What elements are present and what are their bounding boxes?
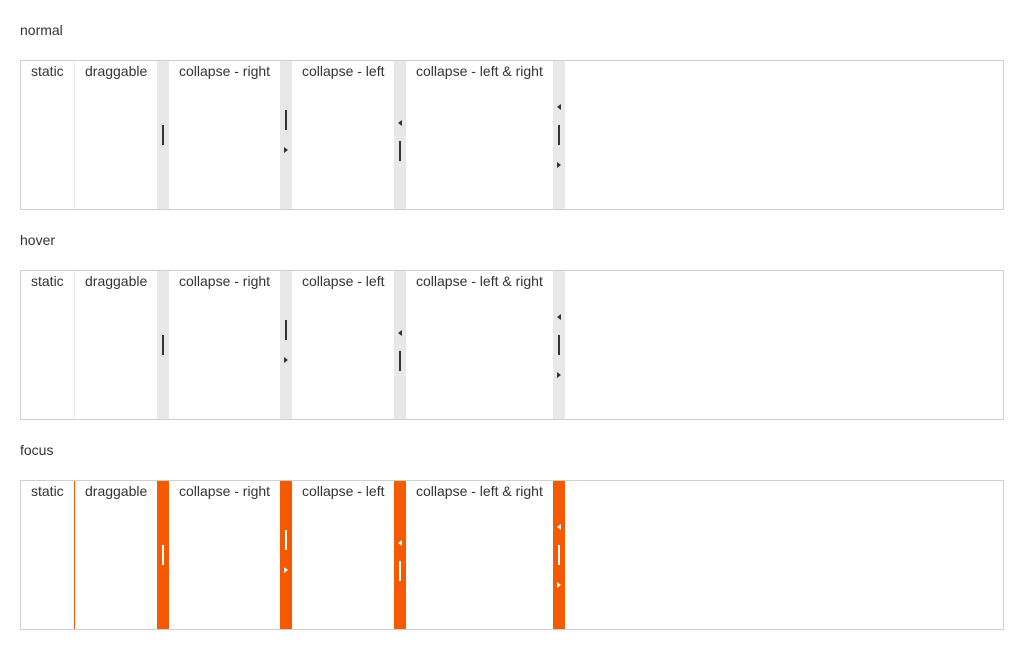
grip-handle-icon bbox=[558, 125, 560, 145]
pane-remaining bbox=[565, 481, 1003, 629]
grip-handle-icon bbox=[399, 561, 401, 581]
pane-static: static bbox=[21, 271, 74, 419]
splitter-bar-collapse-right[interactable] bbox=[280, 271, 292, 419]
collapse-right-arrow-icon[interactable] bbox=[284, 567, 288, 573]
grip-handle-icon bbox=[399, 141, 401, 161]
grip-handle-icon bbox=[558, 335, 560, 355]
pane-draggable: draggable bbox=[75, 271, 157, 419]
splitter-bar-collapse-left[interactable] bbox=[394, 481, 406, 629]
pane-label: collapse - right bbox=[179, 483, 271, 499]
pane-remaining bbox=[565, 61, 1003, 209]
splitter-bar-draggable[interactable] bbox=[157, 271, 169, 419]
pane-label: collapse - right bbox=[179, 273, 271, 289]
collapse-left-arrow-icon[interactable] bbox=[398, 330, 402, 336]
pane-label: collapse - left & right bbox=[416, 273, 543, 289]
pane-label: static bbox=[31, 63, 64, 79]
splitter-bar-collapse-left[interactable] bbox=[394, 271, 406, 419]
splitter-bar-collapse-left-right[interactable] bbox=[553, 271, 565, 419]
pane-label: collapse - left bbox=[302, 483, 385, 499]
pane-label: static bbox=[31, 483, 64, 499]
pane-label: collapse - right bbox=[179, 63, 271, 79]
pane-label: collapse - left & right bbox=[416, 483, 543, 499]
pane-label: draggable bbox=[85, 63, 148, 79]
collapse-right-arrow-icon[interactable] bbox=[557, 162, 561, 168]
pane-draggable: draggable bbox=[75, 61, 157, 209]
splitter-bar-collapse-right[interactable] bbox=[280, 481, 292, 629]
pane-label: draggable bbox=[85, 273, 148, 289]
grip-handle-icon bbox=[162, 125, 164, 145]
grip-handle-icon bbox=[162, 335, 164, 355]
pane-collapse-left: collapse - left bbox=[292, 271, 394, 419]
splitter-frame-hover: static draggable collapse - right collap… bbox=[20, 270, 1004, 420]
collapse-left-arrow-icon[interactable] bbox=[398, 120, 402, 126]
collapse-right-arrow-icon[interactable] bbox=[284, 357, 288, 363]
collapse-right-arrow-icon[interactable] bbox=[284, 147, 288, 153]
pane-collapse-right: collapse - right bbox=[169, 481, 280, 629]
grip-handle-icon bbox=[285, 110, 287, 130]
collapse-right-arrow-icon[interactable] bbox=[557, 582, 561, 588]
grip-handle-icon bbox=[285, 320, 287, 340]
pane-static: static bbox=[21, 61, 74, 209]
section-label-normal: normal bbox=[20, 22, 63, 38]
splitter-bar-draggable[interactable] bbox=[157, 481, 169, 629]
pane-label: static bbox=[31, 273, 64, 289]
splitter-bar-collapse-right[interactable] bbox=[280, 61, 292, 209]
splitter-bar-collapse-left-right[interactable] bbox=[553, 481, 565, 629]
pane-label: collapse - left bbox=[302, 273, 385, 289]
collapse-left-arrow-icon[interactable] bbox=[557, 314, 561, 320]
pane-label: draggable bbox=[85, 483, 148, 499]
pane-collapse-left-right: collapse - left & right bbox=[406, 271, 553, 419]
pane-remaining bbox=[565, 271, 1003, 419]
pane-static: static bbox=[21, 481, 74, 629]
grip-handle-icon bbox=[162, 545, 164, 565]
pane-collapse-right: collapse - right bbox=[169, 61, 280, 209]
splitter-bar-collapse-left[interactable] bbox=[394, 61, 406, 209]
pane-collapse-left-right: collapse - left & right bbox=[406, 481, 553, 629]
grip-handle-icon bbox=[558, 545, 560, 565]
pane-label: collapse - left bbox=[302, 63, 385, 79]
collapse-left-arrow-icon[interactable] bbox=[398, 540, 402, 546]
pane-collapse-left: collapse - left bbox=[292, 61, 394, 209]
splitter-frame-focus: static draggable collapse - right collap… bbox=[20, 480, 1004, 630]
section-label-focus: focus bbox=[20, 442, 54, 458]
collapse-right-arrow-icon[interactable] bbox=[557, 372, 561, 378]
pane-label: collapse - left & right bbox=[416, 63, 543, 79]
grip-handle-icon bbox=[285, 530, 287, 550]
splitter-frame-normal: static draggable collapse - right collap… bbox=[20, 60, 1004, 210]
collapse-left-arrow-icon[interactable] bbox=[557, 104, 561, 110]
section-label-hover: hover bbox=[20, 232, 56, 248]
pane-collapse-left-right: collapse - left & right bbox=[406, 61, 553, 209]
splitter-bar-collapse-left-right[interactable] bbox=[553, 61, 565, 209]
pane-draggable: draggable bbox=[75, 481, 157, 629]
splitter-bar-draggable[interactable] bbox=[157, 61, 169, 209]
pane-collapse-right: collapse - right bbox=[169, 271, 280, 419]
grip-handle-icon bbox=[399, 351, 401, 371]
collapse-left-arrow-icon[interactable] bbox=[557, 524, 561, 530]
pane-collapse-left: collapse - left bbox=[292, 481, 394, 629]
